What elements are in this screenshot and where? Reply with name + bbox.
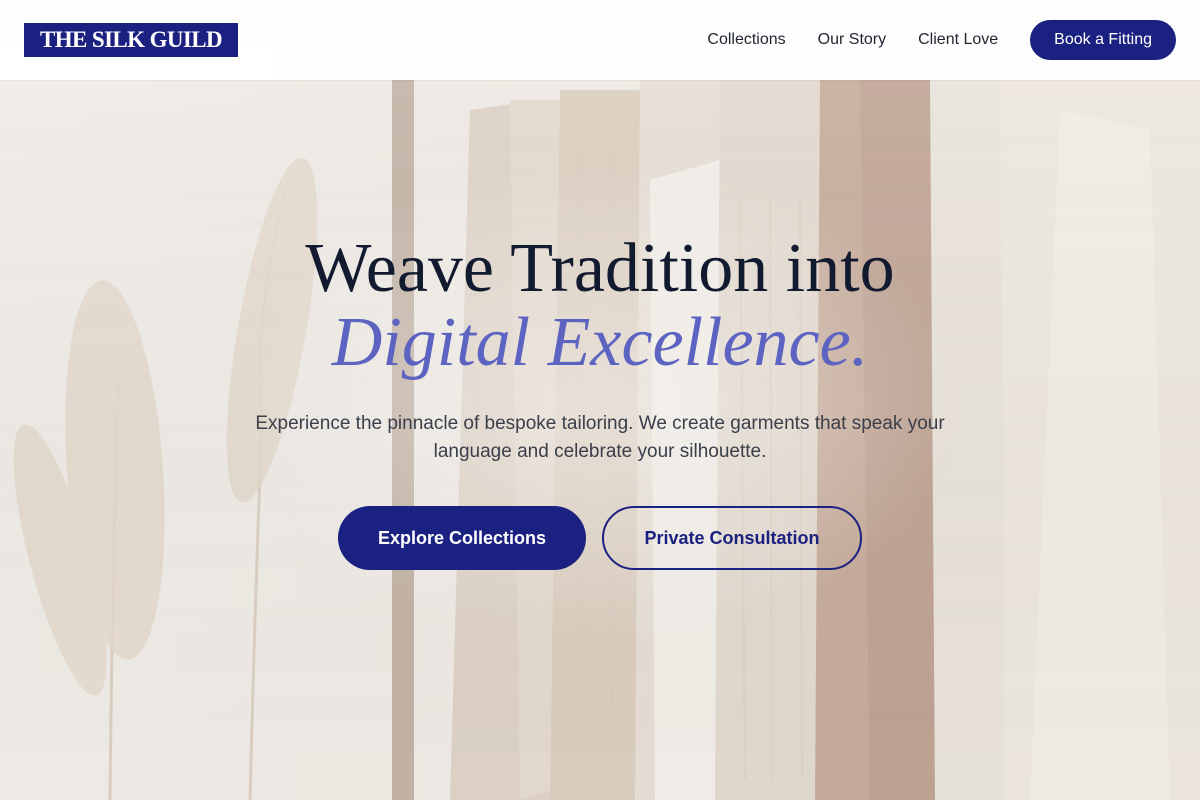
nav-link-collections[interactable]: Collections	[707, 31, 785, 49]
hero-title-line2: Digital Excellence.	[331, 304, 869, 381]
brand-logo[interactable]: THE SILK GUILD	[24, 23, 238, 57]
nav-link-client-love[interactable]: Client Love	[918, 31, 998, 49]
nav-link-our-story[interactable]: Our Story	[818, 31, 886, 49]
explore-collections-button[interactable]: Explore Collections	[338, 506, 586, 570]
book-fitting-button[interactable]: Book a Fitting	[1030, 20, 1176, 60]
hero-title-line1: Weave Tradition into	[305, 230, 895, 307]
private-consultation-button[interactable]: Private Consultation	[602, 506, 862, 570]
hero-subtitle: Experience the pinnacle of bespoke tailo…	[255, 413, 945, 462]
hero-title: Weave Tradition into Digital Excellence.	[0, 232, 1200, 380]
hero-actions: Explore Collections Private Consultation	[0, 506, 1200, 570]
site-header: THE SILK GUILD Collections Our Story Cli…	[0, 0, 1200, 80]
main-nav: Collections Our Story Client Love Book a…	[707, 0, 1176, 80]
hero-section: Weave Tradition into Digital Excellence.…	[0, 232, 1200, 570]
